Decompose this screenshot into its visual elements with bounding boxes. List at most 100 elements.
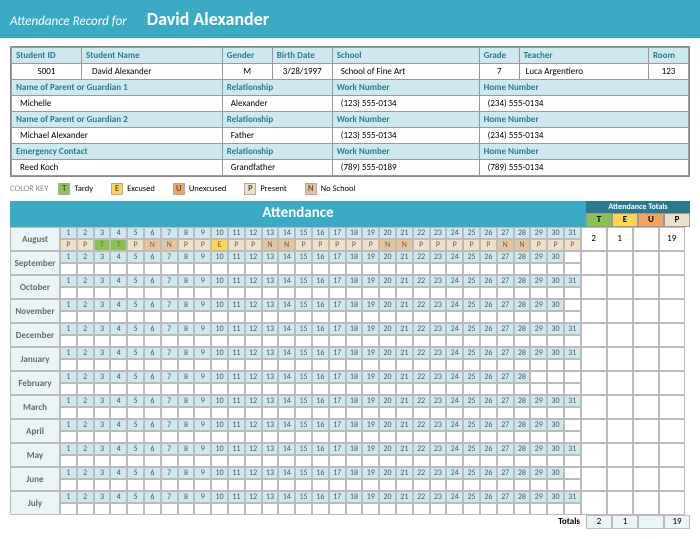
day-number: 1 (60, 347, 77, 359)
day-number: 28 (514, 371, 531, 383)
day-number: 26 (480, 299, 497, 311)
day-number (564, 419, 581, 431)
day-mark (396, 503, 413, 515)
day-mark (295, 383, 312, 395)
day-number: 24 (446, 467, 463, 479)
day-mark (262, 335, 279, 347)
day-mark (530, 359, 547, 371)
val-gender: M (222, 64, 272, 80)
total-cell (581, 491, 607, 515)
day-mark (60, 503, 77, 515)
day-number: 22 (413, 395, 430, 407)
day-number: 21 (396, 251, 413, 263)
day-number: 23 (430, 227, 447, 239)
day-number: 18 (346, 251, 363, 263)
day-number: 29 (530, 491, 547, 503)
day-mark: E (211, 239, 228, 251)
day-number: 31 (564, 323, 581, 335)
day-number: 23 (430, 347, 447, 359)
day-mark (346, 335, 363, 347)
day-number: 9 (194, 299, 211, 311)
day-number: 20 (379, 227, 396, 239)
day-number: 6 (144, 395, 161, 407)
day-mark (379, 431, 396, 443)
month-row: December12345678910111213141516171819202… (10, 323, 581, 347)
day-number: 5 (127, 251, 144, 263)
day-number: 2 (77, 419, 94, 431)
day-mark (295, 407, 312, 419)
day-number: 11 (228, 275, 245, 287)
day-mark (430, 335, 447, 347)
day-number: 27 (497, 227, 514, 239)
day-mark (94, 479, 111, 491)
day-number: 10 (211, 467, 228, 479)
day-mark (480, 287, 497, 299)
day-number: 5 (127, 227, 144, 239)
day-number: 5 (127, 371, 144, 383)
day-mark (463, 407, 480, 419)
day-mark (497, 335, 514, 347)
total-cell (607, 347, 633, 371)
day-mark (312, 431, 329, 443)
day-number: 2 (77, 491, 94, 503)
day-number: 16 (312, 371, 329, 383)
day-mark (228, 359, 245, 371)
day-mark (430, 311, 447, 323)
day-mark (127, 311, 144, 323)
day-mark: P (446, 239, 463, 251)
val-id: S001 (12, 64, 82, 80)
day-mark (446, 359, 463, 371)
day-mark (430, 359, 447, 371)
day-number: 27 (497, 467, 514, 479)
day-number: 29 (530, 251, 547, 263)
day-mark (379, 335, 396, 347)
day-mark (60, 311, 77, 323)
day-number: 18 (346, 323, 363, 335)
day-number: 17 (329, 227, 346, 239)
day-number: 7 (161, 491, 178, 503)
day-number: 28 (514, 275, 531, 287)
day-mark (547, 407, 564, 419)
day-number: 30 (547, 443, 564, 455)
day-mark (564, 455, 581, 467)
day-mark: P (127, 239, 144, 251)
day-mark (413, 359, 430, 371)
day-number: 25 (463, 467, 480, 479)
day-mark (127, 455, 144, 467)
day-number: 10 (211, 275, 228, 287)
day-mark (245, 479, 262, 491)
day-number: 31 (564, 443, 581, 455)
day-number: 6 (144, 371, 161, 383)
day-number: 24 (446, 323, 463, 335)
day-number: 12 (245, 467, 262, 479)
month-row: April12345678910111213141516171819202122… (10, 419, 581, 443)
day-mark (480, 407, 497, 419)
day-number: 21 (396, 443, 413, 455)
day-mark: P (295, 239, 312, 251)
day-number: 1 (60, 467, 77, 479)
val-school: School of Fine Art (332, 64, 479, 80)
day-number: 3 (94, 347, 111, 359)
day-number: 18 (346, 347, 363, 359)
day-mark: P (77, 239, 94, 251)
day-number: 27 (497, 491, 514, 503)
day-mark (278, 431, 295, 443)
day-mark (77, 359, 94, 371)
day-mark (362, 359, 379, 371)
day-number: 14 (278, 227, 295, 239)
day-number: 1 (60, 323, 77, 335)
day-mark (161, 359, 178, 371)
total-cell (633, 491, 659, 515)
day-mark (211, 263, 228, 275)
day-mark (396, 335, 413, 347)
day-number: 9 (194, 467, 211, 479)
attendance-section: Attendance Attendance Totals T E U P Aug… (10, 201, 690, 515)
month-totals (581, 275, 685, 299)
total-cell (659, 371, 685, 395)
months-grid: August1234567891011121314151617181920212… (10, 227, 581, 515)
day-mark (312, 263, 329, 275)
day-mark (245, 503, 262, 515)
day-mark (194, 359, 211, 371)
day-number: 3 (94, 299, 111, 311)
day-mark (228, 383, 245, 395)
